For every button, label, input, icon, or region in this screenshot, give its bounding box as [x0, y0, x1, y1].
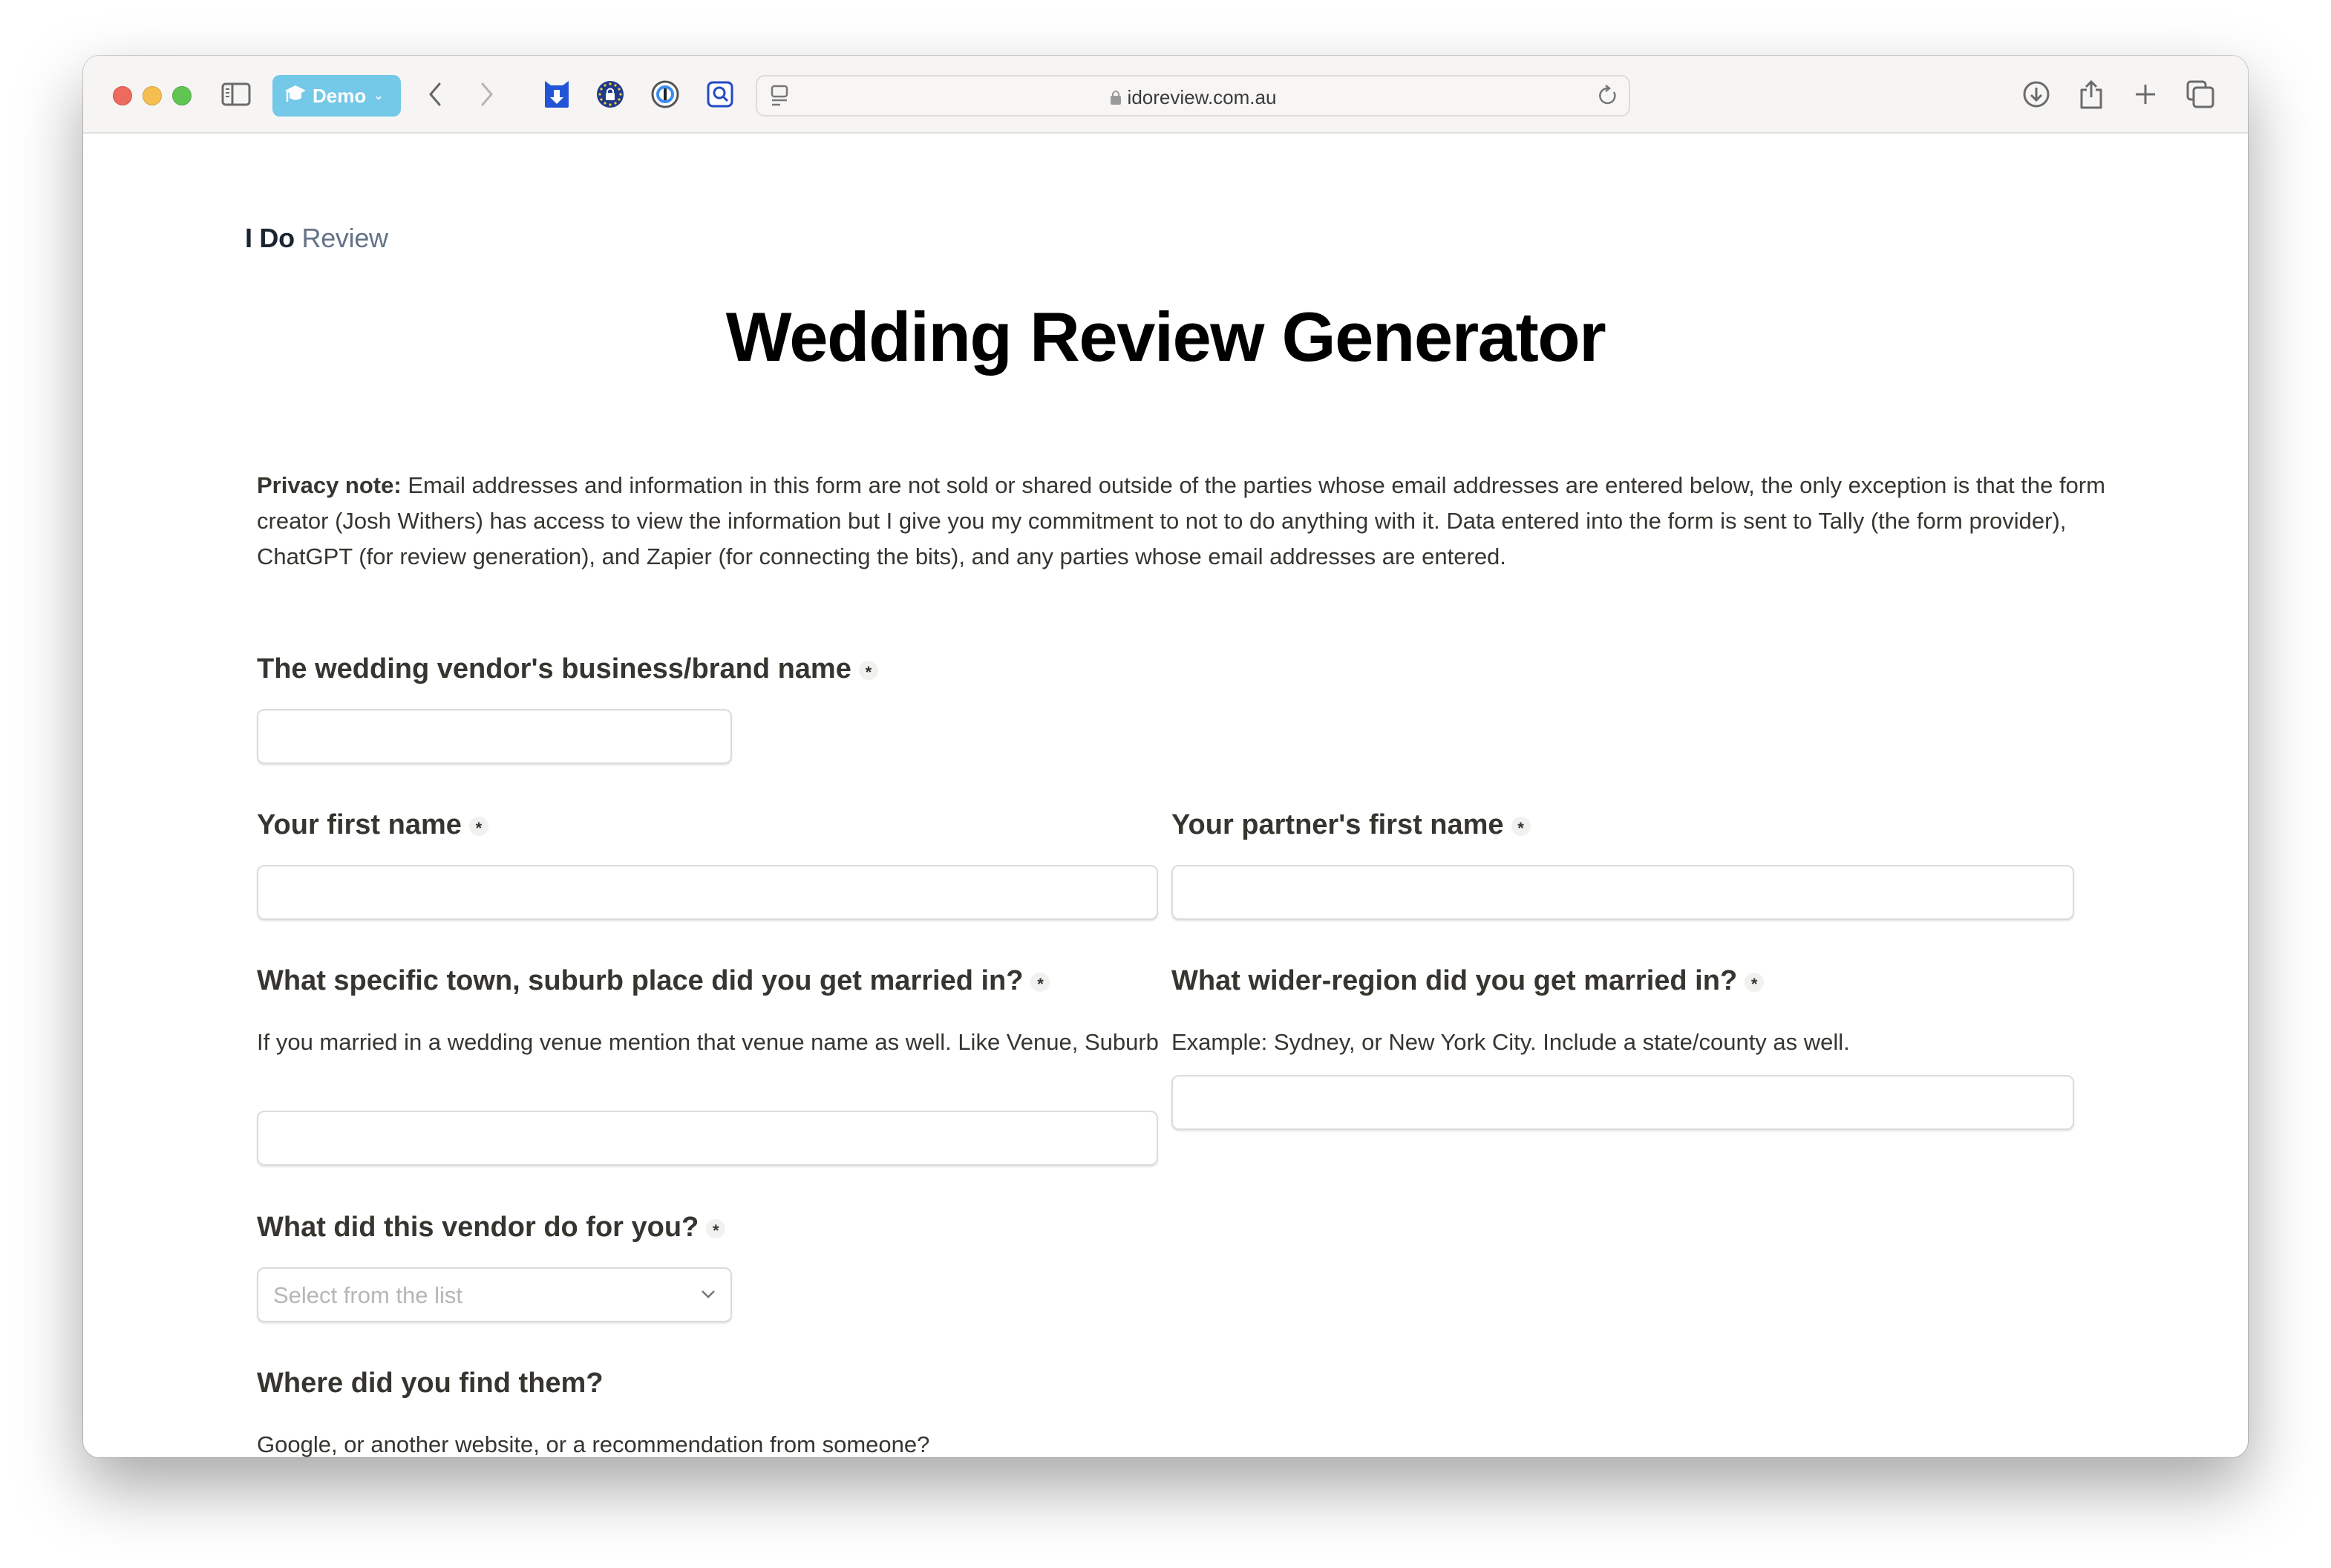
reload-icon[interactable] [1592, 79, 1624, 112]
vendor-service-question: What did this vendor do for you? * [257, 1212, 726, 1244]
download-icon[interactable] [2020, 78, 2053, 111]
partner-name-label: Your partner's first name [1171, 809, 1504, 840]
browser-window: Demo ⌄ idoreview.com.au I Do Review Wedd… [83, 56, 2248, 1457]
graduation-cap-icon [284, 82, 307, 110]
region-label: What wider-region did you get married in… [1171, 965, 1738, 996]
url-text-container: idoreview.com.au [757, 86, 1629, 111]
profile-label: Demo [313, 84, 367, 107]
browser-toolbar: Demo ⌄ idoreview.com.au [83, 56, 2248, 134]
required-asterisk-icon: * [858, 660, 878, 682]
url-text: idoreview.com.au [1127, 86, 1277, 108]
vendor-name-input[interactable] [257, 709, 732, 764]
required-asterisk-icon: * [1030, 972, 1050, 993]
address-bar[interactable]: idoreview.com.au [756, 75, 1630, 117]
required-asterisk-icon: * [1745, 972, 1765, 993]
found-question: Where did you find them? [257, 1368, 604, 1399]
first-name-label: Your first name [257, 809, 462, 840]
privacy-note-text: Email addresses and information in this … [257, 472, 2105, 569]
partner-name-input[interactable] [1171, 865, 2074, 920]
tab-overview-icon[interactable] [2184, 78, 2217, 111]
lock-icon [1110, 88, 1122, 111]
vendor-service-select[interactable]: Select from the list [257, 1267, 732, 1322]
eu-lock-extension-icon[interactable] [594, 78, 627, 111]
town-help-text: If you married in a wedding venue mentio… [257, 1029, 1159, 1055]
share-icon[interactable] [2075, 78, 2108, 111]
first-name-input[interactable] [257, 865, 1158, 920]
password-manager-extension-icon[interactable] [649, 78, 681, 111]
logo-light-text: Review [301, 223, 389, 253]
region-input[interactable] [1171, 1075, 2074, 1130]
sidebar-icon[interactable] [220, 78, 252, 111]
town-question: What specific town, suburb place did you… [257, 965, 1050, 997]
chevron-down-icon: ⌄ [373, 90, 384, 102]
partner-name-question: Your partner's first name * [1171, 809, 1531, 841]
privacy-note-label: Privacy note: [257, 472, 402, 498]
site-logo[interactable]: I Do Review [245, 223, 388, 254]
town-input[interactable] [257, 1111, 1158, 1166]
required-asterisk-icon: * [1511, 816, 1531, 837]
search-extension-icon[interactable] [704, 78, 736, 111]
vendor-service-label: What did this vendor do for you? [257, 1212, 699, 1243]
minimize-window-button[interactable] [143, 86, 162, 105]
vendor-name-question: The wedding vendor's business/brand name… [257, 653, 878, 685]
region-question: What wider-region did you get married in… [1171, 965, 1765, 997]
found-help-text: Google, or another website, or a recomme… [257, 1431, 930, 1457]
close-window-button[interactable] [113, 86, 132, 105]
required-asterisk-icon: * [706, 1218, 726, 1240]
zoom-window-button[interactable] [172, 86, 192, 105]
new-tab-icon[interactable] [2129, 78, 2162, 111]
privacy-note: Privacy note: Email addresses and inform… [257, 468, 2157, 575]
bookmark-download-extension-icon[interactable] [540, 78, 573, 111]
found-label: Where did you find them? [257, 1368, 604, 1399]
region-help-text: Example: Sydney, or New York City. Inclu… [1171, 1029, 1850, 1055]
town-label: What specific town, suburb place did you… [257, 965, 1024, 996]
page-content: I Do Review Wedding Review Generator Pri… [83, 134, 2248, 1457]
chevron-down-icon [699, 1285, 717, 1307]
page-title: Wedding Review Generator [725, 298, 1606, 376]
vendor-name-label: The wedding vendor's business/brand name [257, 653, 851, 685]
profile-button[interactable]: Demo ⌄ [272, 75, 401, 117]
vendor-service-placeholder: Select from the list [273, 1282, 462, 1308]
logo-bold-text: I Do [245, 223, 295, 253]
forward-icon[interactable] [471, 78, 503, 111]
required-asterisk-icon: * [468, 816, 488, 837]
first-name-question: Your first name * [257, 809, 488, 841]
back-icon[interactable] [419, 78, 451, 111]
